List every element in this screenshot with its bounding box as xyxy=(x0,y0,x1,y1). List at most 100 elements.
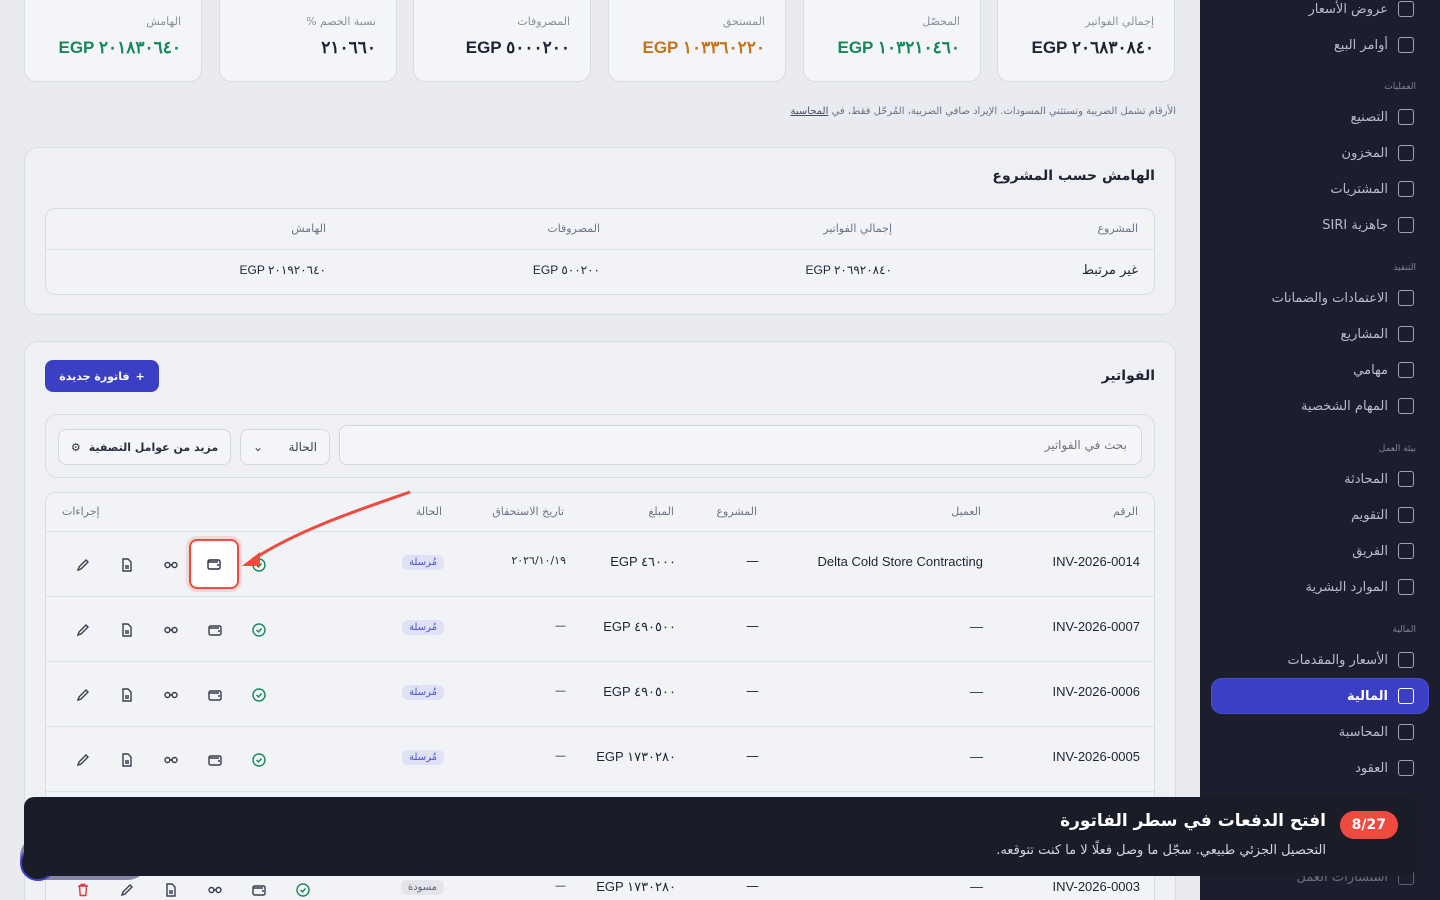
invoice-number[interactable]: INV-2026-0006 xyxy=(1053,684,1140,699)
approve-icon[interactable] xyxy=(250,621,268,639)
delete-icon[interactable] xyxy=(74,881,92,899)
sidebar-item-calendar[interactable]: التقويم xyxy=(1212,498,1428,532)
invoice-number[interactable]: INV-2026-0007 xyxy=(1053,619,1140,634)
invoice-number[interactable]: INV-2026-0003 xyxy=(1053,879,1140,894)
cell-total: EGP ٢٠٦٩٢٠٨٤٠ xyxy=(805,263,892,277)
wallet-icon xyxy=(207,559,221,570)
link-icon[interactable] xyxy=(206,881,224,899)
invoice-amount: EGP ١٧٣٠٢٨٠ xyxy=(596,749,676,764)
calendar-icon xyxy=(1398,507,1414,523)
invoice-due-date: — xyxy=(555,749,566,762)
invoice-client: — xyxy=(970,879,983,894)
invoice-due-date: ٢٠٢٦/١٠/١٩ xyxy=(511,554,566,567)
sidebar-item-quotes[interactable]: عروض الأسعار xyxy=(1212,0,1428,26)
invoice-due-date: — xyxy=(555,684,566,697)
kpi-value: EGP ٢٠٦٨٣٠٨٤٠ xyxy=(1031,38,1154,57)
cell-margin: EGP ٢٠١٩٢٠٦٤٠ xyxy=(239,263,326,277)
sidebar-item-label: مهامي xyxy=(1353,362,1388,378)
sidebar-item-projects[interactable]: المشاريع xyxy=(1212,317,1428,351)
kpi-label: المحصّل xyxy=(922,15,960,28)
edit-icon[interactable] xyxy=(74,686,92,704)
kpi-value: EGP ٥٠٠٠٢٠٠ xyxy=(465,38,570,57)
link-icon[interactable] xyxy=(162,621,180,639)
edit-icon[interactable] xyxy=(74,556,92,574)
sidebar: عروض الأسعار أوامر البيع العمليات التصني… xyxy=(1200,0,1440,900)
search-input[interactable] xyxy=(339,425,1142,465)
col-client: العميل xyxy=(951,505,981,518)
user-gear-icon xyxy=(1398,579,1414,595)
table-row[interactable]: INV-2026-0005 — — EGP ١٧٣٠٢٨٠ — مُرسلة xyxy=(46,726,1154,791)
sidebar-item-label: المحاسبة xyxy=(1338,724,1388,740)
sidebar-item-manufacturing[interactable]: التصنيع xyxy=(1212,100,1428,134)
table-row[interactable]: INV-2026-0007 — — EGP ٤٩٠٥٠٠ — مُرسلة xyxy=(46,596,1154,661)
sidebar-item-label: المشتريات xyxy=(1330,181,1388,197)
invoice-amount: EGP ١٧٣٠٢٨٠ xyxy=(596,879,676,894)
sidebar-item-label: المخزون xyxy=(1341,145,1388,161)
payments-button-highlighted[interactable] xyxy=(189,539,239,589)
sidebar-item-label: التصنيع xyxy=(1350,109,1388,125)
payments-icon[interactable] xyxy=(206,621,224,639)
edit-icon[interactable] xyxy=(74,621,92,639)
payments-icon[interactable] xyxy=(250,881,268,899)
invoice-number[interactable]: INV-2026-0014 xyxy=(1053,554,1140,569)
sidebar-item-siri-readiness[interactable]: جاهزية SIRI xyxy=(1212,208,1428,242)
sidebar-item-sales-orders[interactable]: أوامر البيع xyxy=(1212,28,1428,62)
link-icon[interactable] xyxy=(162,751,180,769)
document-icon[interactable] xyxy=(118,686,136,704)
col-margin: الهامش xyxy=(291,222,326,235)
sidebar-item-chat[interactable]: المحادثة xyxy=(1212,462,1428,496)
edit-icon[interactable] xyxy=(118,881,136,899)
col-actions: إجراءات xyxy=(62,505,100,518)
link-icon[interactable] xyxy=(162,556,180,574)
invoice-amount: EGP ٤٦٠٠٠ xyxy=(610,554,676,569)
sidebar-item-purchases[interactable]: المشتريات xyxy=(1212,172,1428,206)
col-project: المشروع xyxy=(1097,222,1138,235)
approve-icon[interactable] xyxy=(250,751,268,769)
accounting-link[interactable]: المحاسبة xyxy=(791,106,829,117)
payments-icon[interactable] xyxy=(206,751,224,769)
clipboard-check-icon xyxy=(1398,398,1414,414)
sidebar-item-hr[interactable]: الموارد البشرية xyxy=(1212,570,1428,604)
payments-icon[interactable] xyxy=(206,686,224,704)
more-filters-button[interactable]: مزيد من عوامل التصفية ⚙ xyxy=(58,429,231,465)
table-row[interactable]: INV-2026-0006 — — EGP ٤٩٠٥٠٠ — مُرسلة xyxy=(46,661,1154,726)
tour-arrow xyxy=(242,490,411,566)
col-due-date: تاريخ الاستحقاق xyxy=(492,505,564,518)
document-icon[interactable] xyxy=(118,751,136,769)
sidebar-item-my-tasks[interactable]: مهامي xyxy=(1212,353,1428,387)
approve-icon[interactable] xyxy=(250,686,268,704)
sidebar-item-label: المشاريع xyxy=(1340,326,1388,342)
kpi-value: ٢١٠٦٦٠ xyxy=(321,38,376,57)
users-icon xyxy=(1398,543,1414,559)
sidebar-item-pricing-advances[interactable]: الأسعار والمقدمات xyxy=(1212,643,1428,677)
sidebar-item-accounting[interactable]: المحاسبة xyxy=(1212,715,1428,749)
status-badge: مسودة xyxy=(400,880,444,895)
sidebar-item-contracts[interactable]: العقود xyxy=(1212,751,1428,785)
sidebar-item-credits-guarantees[interactable]: الاعتمادات والضمانات xyxy=(1212,281,1428,315)
document-icon[interactable] xyxy=(118,556,136,574)
kpi-value: EGP ٢٠١٨٣٠٦٤٠ xyxy=(58,38,181,57)
new-invoice-label: فاتورة جديدة xyxy=(59,369,130,383)
status-filter[interactable]: الحالة ⌄ xyxy=(240,429,330,465)
invoice-project: — xyxy=(746,749,759,764)
sidebar-item-inventory[interactable]: المخزون xyxy=(1212,136,1428,170)
checklist-icon xyxy=(1398,362,1414,378)
edit-icon[interactable] xyxy=(74,751,92,769)
invoice-project: — xyxy=(746,619,759,634)
document-icon xyxy=(1398,1,1414,17)
sidebar-item-personal-tasks[interactable]: المهام الشخصية xyxy=(1212,389,1428,423)
document-icon[interactable] xyxy=(118,621,136,639)
document-icon[interactable] xyxy=(162,881,180,899)
cell-project: غير مرتبط xyxy=(1081,263,1138,278)
sliders-icon: ⚙ xyxy=(70,440,81,454)
kpi-label: المستحق xyxy=(722,15,765,28)
sidebar-item-finance[interactable]: المالية xyxy=(1212,679,1428,713)
kpi-total-invoices: إجمالي الفواتير EGP ٢٠٦٨٣٠٨٤٠ xyxy=(997,0,1175,82)
sidebar-group-finance: المالية xyxy=(1392,625,1416,635)
approve-icon[interactable] xyxy=(294,881,312,899)
link-icon[interactable] xyxy=(162,686,180,704)
tour-body: التحصيل الجزئي طبيعي. سجّل ما وصل فعلًا … xyxy=(996,843,1326,858)
new-invoice-button[interactable]: + فاتورة جديدة xyxy=(45,360,159,392)
invoice-number[interactable]: INV-2026-0005 xyxy=(1053,749,1140,764)
sidebar-item-team[interactable]: الفريق xyxy=(1212,534,1428,568)
